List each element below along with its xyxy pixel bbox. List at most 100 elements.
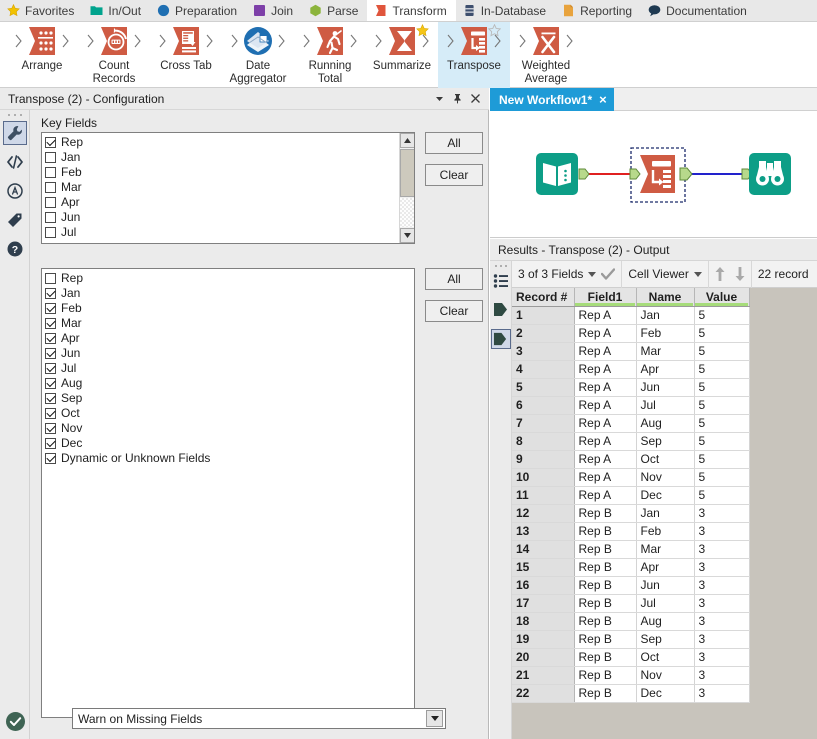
table-cell[interactable]: Mar	[636, 540, 694, 558]
code-icon[interactable]	[3, 150, 27, 174]
input-data-tool[interactable]	[536, 153, 578, 195]
ribbon-tool-transpose[interactable]: Transpose	[438, 22, 510, 88]
help-icon[interactable]: ?	[3, 237, 27, 261]
table-row[interactable]: 16Rep BJun3	[512, 576, 749, 594]
checkbox[interactable]	[45, 393, 56, 404]
fields-selector[interactable]: 3 of 3 Fields	[512, 261, 622, 288]
record-number-cell[interactable]: 4	[512, 360, 574, 378]
list-item[interactable]: Jul	[45, 361, 414, 376]
favorite-star-outline-icon[interactable]	[488, 24, 501, 37]
tag-icon[interactable]	[3, 208, 27, 232]
list-item[interactable]: Jan	[45, 150, 399, 165]
table-cell[interactable]: 5	[694, 450, 749, 468]
table-cell[interactable]: Dec	[636, 486, 694, 504]
category-tab-parse[interactable]: Parse	[302, 0, 367, 21]
table-row[interactable]: 8Rep ASep5	[512, 432, 749, 450]
results-grid[interactable]: Record #Field1NameValue 1Rep AJan52Rep A…	[512, 288, 817, 739]
record-number-cell[interactable]: 22	[512, 684, 574, 702]
table-cell[interactable]: 5	[694, 360, 749, 378]
checkbox[interactable]	[45, 363, 56, 374]
table-cell[interactable]: Rep B	[574, 630, 636, 648]
checkbox[interactable]	[45, 348, 56, 359]
list-item[interactable]: Jan	[45, 286, 414, 301]
table-row[interactable]: 1Rep AJan5	[512, 306, 749, 324]
table-cell[interactable]: 5	[694, 306, 749, 324]
checkbox[interactable]	[45, 333, 56, 344]
ribbon-tool-summarize[interactable]: Summarize	[366, 22, 438, 88]
table-cell[interactable]: Rep B	[574, 648, 636, 666]
record-number-cell[interactable]: 9	[512, 450, 574, 468]
record-number-cell[interactable]: 12	[512, 504, 574, 522]
table-cell[interactable]: Sep	[636, 432, 694, 450]
list-item[interactable]: Jul	[45, 225, 399, 240]
table-row[interactable]: 19Rep BSep3	[512, 630, 749, 648]
record-number-cell[interactable]: 11	[512, 486, 574, 504]
table-row[interactable]: 12Rep BJan3	[512, 504, 749, 522]
table-cell[interactable]: 5	[694, 378, 749, 396]
table-row[interactable]: 4Rep AApr5	[512, 360, 749, 378]
table-row[interactable]: 10Rep ANov5	[512, 468, 749, 486]
table-cell[interactable]: Rep B	[574, 522, 636, 540]
table-cell[interactable]: Rep B	[574, 576, 636, 594]
output-anchor-1[interactable]	[491, 299, 511, 319]
checkbox[interactable]	[45, 182, 56, 193]
table-cell[interactable]: Rep A	[574, 468, 636, 486]
table-cell[interactable]: Jul	[636, 396, 694, 414]
table-row[interactable]: 22Rep BDec3	[512, 684, 749, 702]
table-cell[interactable]: 3	[694, 666, 749, 684]
table-cell[interactable]: Jul	[636, 594, 694, 612]
table-cell[interactable]: 5	[694, 486, 749, 504]
record-number-cell[interactable]: 7	[512, 414, 574, 432]
checkbox[interactable]	[45, 408, 56, 419]
record-number-cell[interactable]: 21	[512, 666, 574, 684]
view-selector[interactable]: Cell Viewer	[622, 261, 708, 288]
checkbox[interactable]	[45, 273, 56, 284]
table-cell[interactable]: 3	[694, 504, 749, 522]
table-cell[interactable]: Nov	[636, 666, 694, 684]
table-cell[interactable]: 3	[694, 594, 749, 612]
table-row[interactable]: 13Rep BFeb3	[512, 522, 749, 540]
data-fields-all-button[interactable]: All	[425, 268, 483, 290]
table-cell[interactable]: 5	[694, 324, 749, 342]
table-cell[interactable]: 5	[694, 342, 749, 360]
record-number-cell[interactable]: 20	[512, 648, 574, 666]
list-item[interactable]: Dynamic or Unknown Fields	[45, 451, 414, 466]
category-tab-in-database[interactable]: In-Database	[456, 0, 555, 21]
list-item[interactable]: Feb	[45, 165, 399, 180]
chevron-down-icon[interactable]	[694, 272, 702, 277]
table-cell[interactable]: Rep A	[574, 486, 636, 504]
record-number-cell[interactable]: 17	[512, 594, 574, 612]
list-item[interactable]: Nov	[45, 421, 414, 436]
table-row[interactable]: 6Rep AJul5	[512, 396, 749, 414]
table-row[interactable]: 17Rep BJul3	[512, 594, 749, 612]
list-item[interactable]: Apr	[45, 195, 399, 210]
table-cell[interactable]: Rep B	[574, 684, 636, 702]
table-cell[interactable]: 5	[694, 432, 749, 450]
list-item[interactable]: Oct	[45, 406, 414, 421]
category-tab-preparation[interactable]: Preparation	[150, 0, 246, 21]
data-fields-clear-button[interactable]: Clear	[425, 300, 483, 322]
table-cell[interactable]: 3	[694, 576, 749, 594]
ribbon-tool-cross-tab[interactable]: Cross Tab	[150, 22, 222, 88]
table-cell[interactable]: Rep A	[574, 306, 636, 324]
table-row[interactable]: 2Rep AFeb5	[512, 324, 749, 342]
table-cell[interactable]: Rep A	[574, 414, 636, 432]
check-icon[interactable]	[601, 268, 615, 280]
key-fields-listbox[interactable]: RepJanFebMarAprJunJul	[41, 132, 415, 244]
close-icon[interactable]: ×	[599, 93, 607, 106]
record-number-cell[interactable]: 19	[512, 630, 574, 648]
table-cell[interactable]: Rep A	[574, 396, 636, 414]
list-item[interactable]: Dec	[45, 436, 414, 451]
list-icon[interactable]	[491, 271, 511, 291]
table-cell[interactable]: Jan	[636, 504, 694, 522]
key-fields-clear-button[interactable]: Clear	[425, 164, 483, 186]
checkbox[interactable]	[45, 318, 56, 329]
checkbox[interactable]	[45, 137, 56, 148]
chevron-down-icon[interactable]	[426, 710, 443, 727]
scrollbar-thumb[interactable]	[400, 149, 415, 197]
table-row[interactable]: 11Rep ADec5	[512, 486, 749, 504]
column-header-value[interactable]: Value	[694, 288, 749, 306]
table-cell[interactable]: Jun	[636, 378, 694, 396]
record-number-cell[interactable]: 6	[512, 396, 574, 414]
list-item[interactable]: Apr	[45, 331, 414, 346]
